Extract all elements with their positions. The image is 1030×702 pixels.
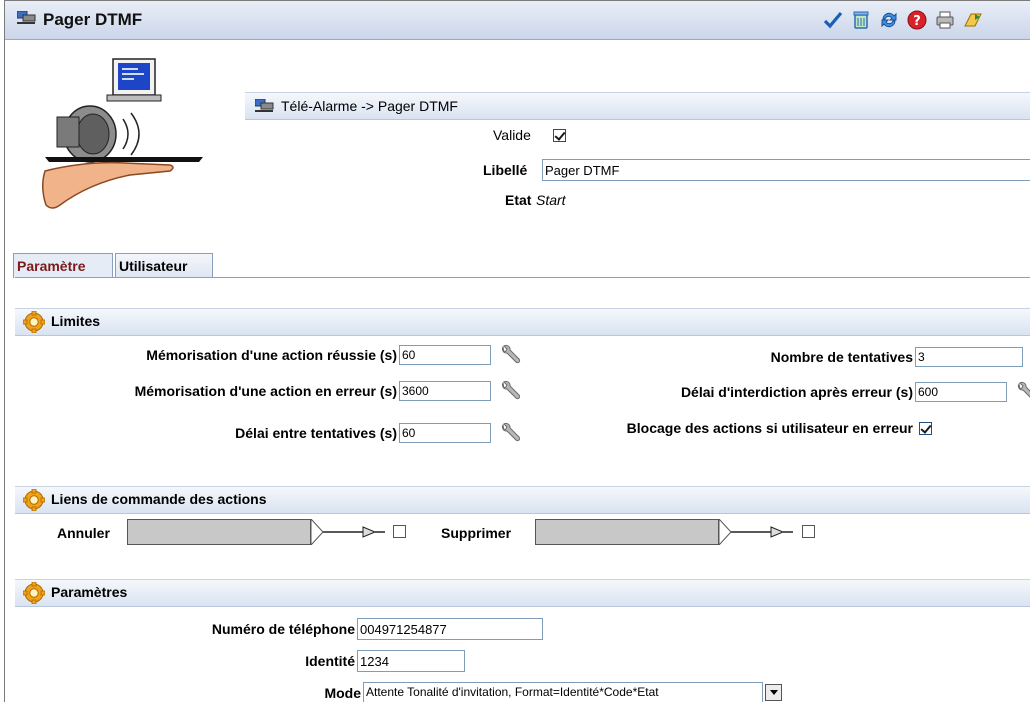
nb-tentatives-input[interactable] — [915, 347, 1023, 367]
mode-label: Mode — [324, 685, 361, 701]
mem-reussie-label: Mémorisation d'une action réussie (s) — [146, 347, 397, 363]
pager-icon — [255, 99, 274, 112]
checkmark-icon[interactable] — [823, 10, 843, 30]
tab-utilisateur[interactable]: Utilisateur — [115, 253, 213, 278]
delai-interdiction-input[interactable] — [915, 382, 1007, 402]
identite-label: Identité — [305, 653, 355, 669]
delai-interdiction-label: Délai d'interdiction après erreur (s) — [680, 384, 913, 400]
help-icon[interactable]: ? — [907, 10, 927, 30]
gear-icon — [23, 311, 45, 333]
annuler-checkbox[interactable] — [393, 525, 406, 538]
window-title: Pager DTMF — [43, 10, 143, 29]
supprimer-command-slot[interactable] — [535, 519, 719, 545]
wrench-icon[interactable] — [499, 422, 523, 446]
breadcrumb-text: Télé-Alarme -> Pager DTMF — [281, 98, 458, 114]
section-parametres-title: Paramètres — [51, 584, 128, 600]
gear-icon — [23, 582, 45, 604]
wrench-icon[interactable] — [1015, 381, 1030, 405]
svg-text:?: ? — [913, 14, 921, 29]
annuler-label: Annuler — [57, 525, 110, 541]
chevron-down-icon[interactable] — [765, 684, 782, 701]
pager-dtmf-illustration — [42, 58, 203, 209]
nb-tentatives-label: Nombre de tentatives — [770, 349, 913, 365]
title-bar: Pager DTMF ? — [5, 1, 1030, 40]
section-liens-title: Liens de commande des actions — [51, 491, 267, 507]
print-icon[interactable] — [935, 10, 955, 30]
window-frame: Pager DTMF ? Télé-Alarme -> Pager DTMF V… — [4, 0, 1030, 702]
annuler-link-connector — [311, 519, 385, 545]
gear-icon — [23, 489, 45, 511]
delai-tentatives-label: Délai entre tentatives (s) — [235, 425, 397, 441]
supprimer-link-connector — [719, 519, 793, 545]
section-limites: Limites — [15, 308, 1030, 336]
mode-select[interactable]: Attente Tonalité d'invitation, Format=Id… — [363, 682, 763, 702]
supprimer-label: Supprimer — [441, 525, 512, 541]
etat-value: Start — [536, 192, 566, 208]
identite-input[interactable] — [357, 650, 465, 672]
etat-label: Etat — [505, 192, 532, 208]
libelle-input[interactable] — [542, 159, 1030, 181]
blocage-label: Blocage des actions si utilisateur en er… — [626, 420, 913, 436]
libelle-label: Libellé — [483, 162, 528, 178]
tab-underline — [15, 277, 1030, 278]
breadcrumb: Télé-Alarme -> Pager DTMF — [245, 92, 1030, 120]
refresh-icon[interactable] — [879, 10, 899, 30]
mem-erreur-label: Mémorisation d'une action en erreur (s) — [134, 383, 397, 399]
tab-parametre[interactable]: Paramètre — [13, 253, 113, 278]
valide-checkbox[interactable] — [553, 129, 566, 142]
mem-reussie-input[interactable] — [399, 345, 491, 365]
wrench-icon[interactable] — [499, 344, 523, 368]
pager-icon — [17, 11, 36, 24]
supprimer-checkbox[interactable] — [802, 525, 815, 538]
export-icon[interactable] — [963, 10, 983, 30]
trash-icon[interactable] — [851, 10, 871, 30]
delai-tentatives-input[interactable] — [399, 423, 491, 443]
telephone-input[interactable] — [357, 618, 543, 640]
blocage-checkbox[interactable] — [919, 422, 932, 435]
mem-erreur-input[interactable] — [399, 381, 491, 401]
telephone-label: Numéro de téléphone — [211, 621, 355, 637]
valide-label: Valide — [493, 127, 531, 143]
wrench-icon[interactable] — [499, 380, 523, 404]
section-limites-title: Limites — [51, 313, 101, 329]
section-parametres: Paramètres — [15, 579, 1030, 607]
section-liens: Liens de commande des actions — [15, 486, 1030, 514]
annuler-command-slot[interactable] — [127, 519, 311, 545]
